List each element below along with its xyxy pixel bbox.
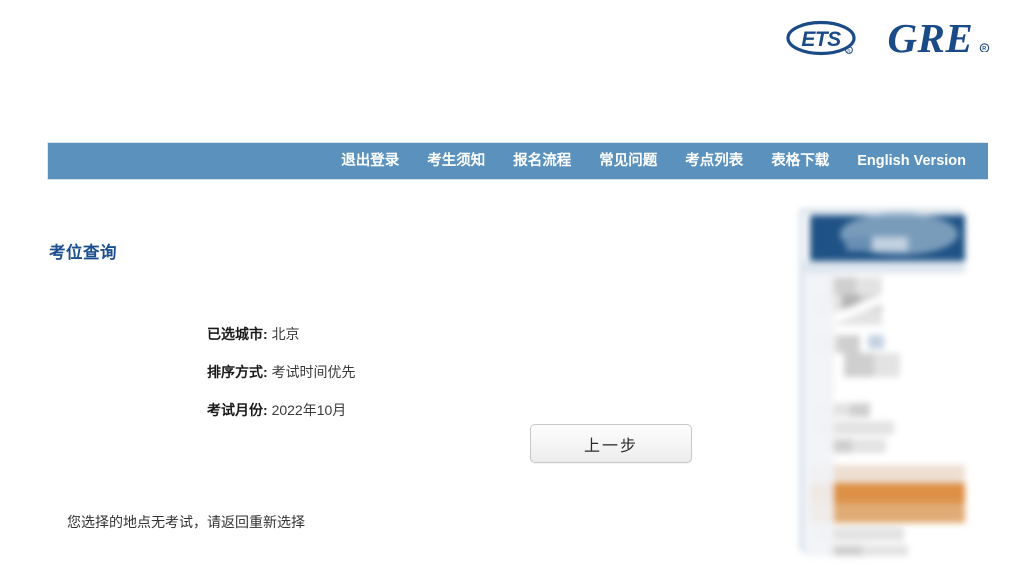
svg-text:R: R	[848, 48, 851, 53]
redacted-panel-body	[802, 273, 965, 556]
brand-header: ETS R GRE R	[0, 0, 1012, 100]
no-seats-notice: 您选择的地点无考试，请返回重新选择	[67, 514, 305, 530]
redacted-panel-header	[810, 213, 965, 263]
summary-row-exam-month: 考试月份: 2022年10月	[207, 402, 627, 419]
nav-item-english-version[interactable]: English Version	[843, 143, 980, 179]
registered-trademark-icon: R	[974, 40, 991, 55]
redacted-block	[856, 277, 882, 295]
redacted-block	[838, 335, 860, 353]
redacted-panel-frame	[801, 210, 965, 556]
nav-item-registration-process[interactable]: 报名流程	[499, 143, 585, 179]
summary-value-city: 北京	[271, 326, 300, 342]
redacted-block	[874, 353, 900, 377]
redacted-block	[868, 335, 884, 349]
redacted-side-panel	[795, 196, 965, 556]
nav-item-form-download[interactable]: 表格下载	[757, 143, 843, 179]
redacted-panel-left-wash	[804, 273, 834, 556]
main-navigation-bar: 退出登录 考生须知 报名流程 常见问题 考点列表 表格下载 English Ve…	[47, 142, 988, 180]
summary-value-exam-month: 2022年10月	[271, 402, 347, 418]
summary-label-city: 已选城市:	[207, 326, 268, 342]
summary-label-exam-month: 考试月份:	[207, 402, 268, 418]
previous-step-button[interactable]: 上一步	[530, 424, 692, 463]
nav-item-faq[interactable]: 常见问题	[585, 143, 671, 179]
nav-item-logout[interactable]: 退出登录	[327, 143, 413, 179]
svg-text:ETS: ETS	[802, 28, 842, 51]
gre-wordmark-text: GRE	[887, 15, 974, 61]
ets-oval-logo: ETS R	[785, 19, 861, 59]
selection-summary: 已选城市: 北京 排序方式: 考试时间优先 考试月份: 2022年10月	[207, 326, 627, 440]
summary-value-sort-order: 考试时间优先	[271, 364, 356, 380]
redacted-panel-subbar	[804, 261, 965, 273]
redacted-block	[844, 353, 874, 377]
nav-item-test-center-list[interactable]: 考点列表	[671, 143, 757, 179]
gre-wordmark: GRE R	[887, 18, 990, 59]
redacted-block	[862, 545, 908, 556]
summary-row-city: 已选城市: 北京	[207, 326, 627, 343]
brand-logo-group: ETS R GRE R	[785, 18, 990, 59]
svg-text:R: R	[982, 46, 986, 52]
summary-row-sort-order: 排序方式: 考试时间优先	[207, 364, 627, 381]
redacted-block	[850, 403, 870, 417]
redacted-block	[852, 439, 886, 453]
nav-item-test-taker-notice[interactable]: 考生须知	[413, 143, 499, 179]
summary-label-sort-order: 排序方式:	[207, 364, 268, 380]
redacted-panel-header-chip-secondary	[846, 237, 872, 251]
page-title: 考位查询	[49, 244, 117, 263]
